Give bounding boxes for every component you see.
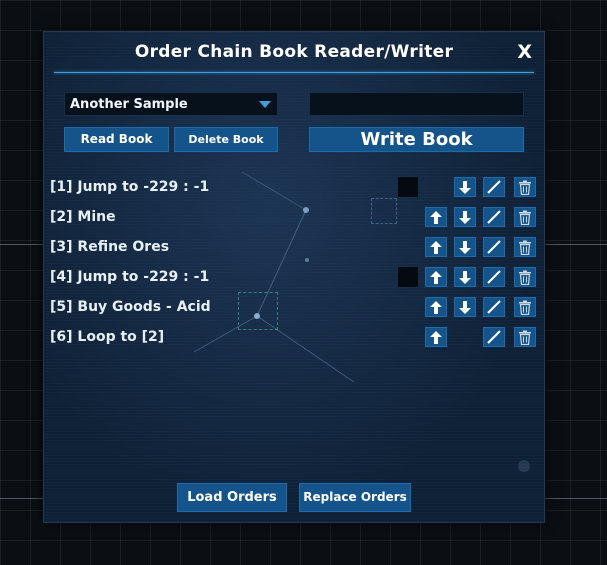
edit-pencil-icon [486,209,502,225]
trash-icon [518,210,532,225]
order-row: [4] Jump to -229 : -1 [44,266,544,288]
move-up-button[interactable] [425,297,447,317]
edit-pencil-icon [486,299,502,315]
edit-order-button[interactable] [483,177,505,197]
edit-order-button[interactable] [483,297,505,317]
write-book-button[interactable]: Write Book [309,127,524,152]
move-down-button[interactable] [454,267,476,287]
order-row: [3] Refine Ores [44,236,544,258]
arrow-down-icon [459,210,471,224]
arrow-down-icon [459,270,471,284]
background-line-horizontal-top-right [543,244,607,245]
edit-order-button[interactable] [483,237,505,257]
order-label[interactable]: [1] Jump to -229 : -1 [50,176,209,198]
order-row: [2] Mine [44,206,544,228]
edit-order-button[interactable] [483,207,505,227]
arrow-up-icon [430,300,442,314]
read-book-button[interactable]: Read Book [64,127,169,152]
arrow-up-icon [430,270,442,284]
move-down-button[interactable] [454,177,476,197]
arrow-down-icon [459,240,471,254]
move-up-button[interactable] [425,207,447,227]
load-orders-button[interactable]: Load Orders [177,483,287,512]
order-label[interactable]: [5] Buy Goods - Acid [50,296,211,318]
delete-order-button[interactable] [514,237,536,257]
replace-orders-button[interactable]: Replace Orders [299,483,411,512]
trash-icon [518,240,532,255]
move-up-button[interactable] [425,237,447,257]
book-select-dropdown[interactable]: Another Sample [64,92,278,116]
close-button[interactable]: X [517,42,532,62]
order-marker [398,267,418,287]
book-select-value: Another Sample [70,97,188,112]
edit-pencil-icon [486,329,502,345]
order-row: [6] Loop to [2] [44,326,544,348]
title-divider [54,72,534,73]
chevron-down-icon [259,101,271,108]
arrow-up-icon [430,210,442,224]
delete-order-button[interactable] [514,267,536,287]
order-label[interactable]: [2] Mine [50,206,116,228]
edit-order-button[interactable] [483,267,505,287]
arrow-up-icon [430,240,442,254]
delete-book-button[interactable]: Delete Book [174,127,278,152]
order-label[interactable]: [3] Refine Ores [50,236,169,258]
order-marker [398,177,418,197]
arrow-down-icon [459,300,471,314]
trash-icon [518,180,532,195]
move-up-button[interactable] [425,327,447,347]
delete-order-button[interactable] [514,207,536,227]
delete-order-button[interactable] [514,297,536,317]
background-line-horizontal-bottom [0,498,43,499]
arrow-up-icon [430,330,442,344]
trash-icon [518,300,532,315]
trash-icon [518,330,532,345]
arrow-down-icon [459,180,471,194]
dialog-title: Order Chain Book Reader/Writer [134,42,454,62]
trash-icon [518,270,532,285]
move-down-button[interactable] [454,237,476,257]
order-label[interactable]: [6] Loop to [2] [50,326,164,348]
delete-order-button[interactable] [514,177,536,197]
order-row: [1] Jump to -229 : -1 [44,176,544,198]
book-name-input[interactable] [309,92,524,116]
delete-order-button[interactable] [514,327,536,347]
order-row: [5] Buy Goods - Acid [44,296,544,318]
edit-pencil-icon [486,269,502,285]
move-down-button[interactable] [454,207,476,227]
order-label[interactable]: [4] Jump to -229 : -1 [50,266,209,288]
edit-pencil-icon [486,239,502,255]
move-up-button[interactable] [425,267,447,287]
background-line-horizontal-top [0,244,43,245]
edit-order-button[interactable] [483,327,505,347]
edit-pencil-icon [486,179,502,195]
background-line-horizontal-bottom-right [543,498,607,499]
move-down-button[interactable] [454,297,476,317]
order-chain-book-dialog: Order Chain Book Reader/Writer X Another… [43,31,545,523]
